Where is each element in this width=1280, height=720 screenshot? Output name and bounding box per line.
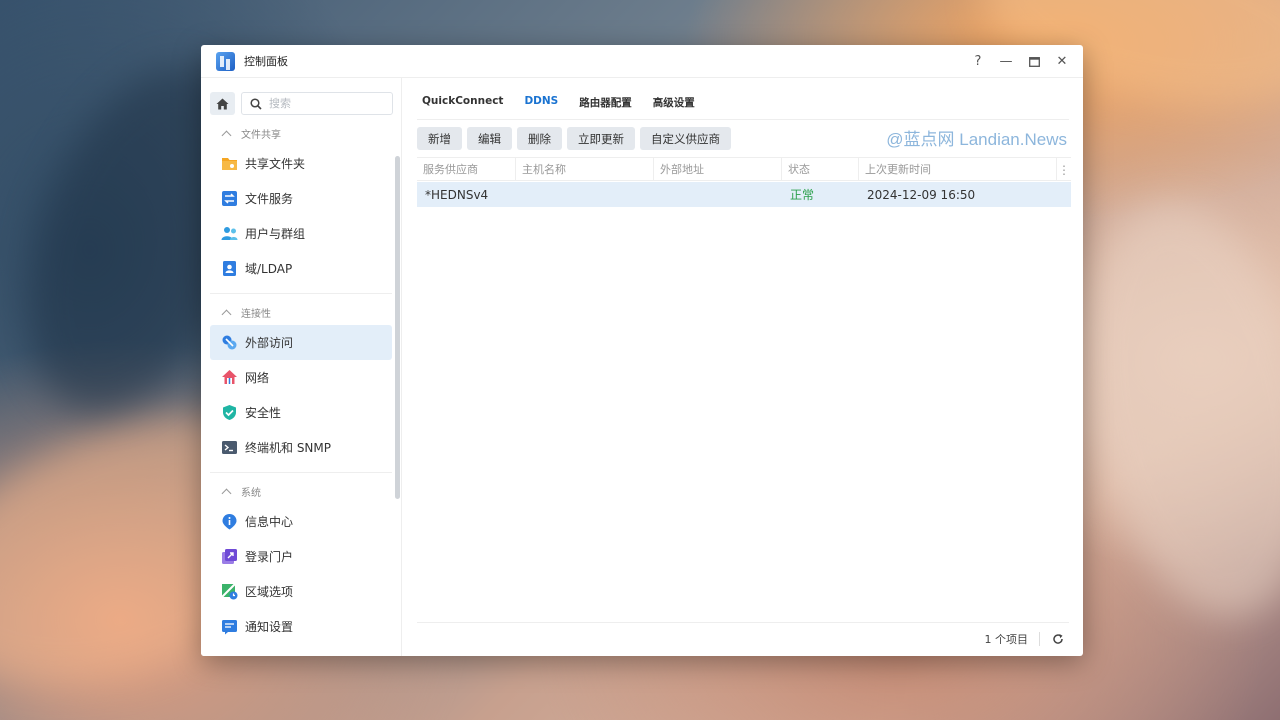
refresh-icon <box>1053 633 1063 644</box>
footer-separator <box>1039 631 1040 646</box>
sidebar-item-label: 域/LDAP <box>245 262 293 276</box>
item-count: 1 个项目 <box>984 632 1029 646</box>
sidebar-item-label: 终端机和 SNMP <box>245 441 331 455</box>
maximize-icon <box>1028 56 1040 67</box>
security-shield-icon <box>223 405 236 420</box>
table-header: 服务供应商 主机名称 外部地址 状态 上次更新时间 ⋮ <box>417 157 1071 181</box>
sidebar-divider <box>210 293 392 294</box>
table-row[interactable]: *HEDNSv4 正常 2024-12-09 16:50 <box>417 182 1071 207</box>
toolbar: 新增 编辑 删除 立即更新 自定义供应商 <box>417 127 731 150</box>
home-button[interactable] <box>210 92 235 115</box>
edit-button[interactable]: 编辑 <box>467 127 512 150</box>
tab-bar: QuickConnect DDNS 路由器配置 高级设置 <box>422 95 716 111</box>
shared-folder-icon <box>222 158 237 170</box>
user-group-icon <box>221 227 238 240</box>
sidebar-item-login-portal[interactable]: 登录门户 <box>210 539 392 574</box>
sidebar-divider <box>210 472 392 473</box>
sidebar-item-label: 文件服务 <box>245 192 294 206</box>
sidebar-item-label: 通知设置 <box>245 620 294 634</box>
column-header-last-update[interactable]: 上次更新时间 <box>859 158 1057 180</box>
sidebar-item-terminal-snmp[interactable]: 终端机和 SNMP <box>210 430 392 465</box>
cell-external-address <box>654 182 782 207</box>
section-label: 文件共享 <box>241 129 281 141</box>
chevron-up-icon <box>221 488 232 498</box>
refresh-button[interactable] <box>1051 632 1065 646</box>
column-header-external-address[interactable]: 外部地址 <box>654 158 782 180</box>
control-panel-app-icon <box>216 51 235 71</box>
file-services-icon <box>222 191 237 206</box>
external-access-icon <box>222 335 237 350</box>
tab-ddns[interactable]: DDNS <box>524 95 558 111</box>
window-controls: ? — ✕ <box>971 45 1069 78</box>
sidebar: 文件共享 共享文件夹 文件服务 用户与群组 域/LDAP 连接性 外部访问 <box>201 78 402 656</box>
sidebar-item-label: 登录门户 <box>245 550 294 564</box>
cell-hostname <box>516 182 654 207</box>
cell-status: 正常 <box>790 188 815 202</box>
help-button[interactable]: ? <box>971 54 985 69</box>
cell-last-update: 2024-12-09 16:50 <box>867 187 976 202</box>
sidebar-item-label: 信息中心 <box>245 515 294 529</box>
delete-button[interactable]: 删除 <box>517 127 562 150</box>
sidebar-item-notification[interactable]: 通知设置 <box>210 609 392 644</box>
column-header-hostname[interactable]: 主机名称 <box>516 158 654 180</box>
watermark: @蓝点网 Landian.News <box>886 130 1067 149</box>
home-icon <box>216 98 229 109</box>
sidebar-item-label: 网络 <box>245 371 270 385</box>
sidebar-item-external-access[interactable]: 外部访问 <box>210 325 392 360</box>
terminal-icon <box>222 441 237 454</box>
sidebar-item-label: 用户与群组 <box>245 227 306 241</box>
sidebar-item-info-center[interactable]: 信息中心 <box>210 504 392 539</box>
search-icon <box>250 97 262 110</box>
sidebar-item-domain-ldap[interactable]: 域/LDAP <box>210 251 392 286</box>
regional-options-icon <box>221 583 238 600</box>
sidebar-scrollbar[interactable] <box>395 156 400 499</box>
main-panel: QuickConnect DDNS 路由器配置 高级设置 新增 编辑 删除 立即… <box>403 78 1083 656</box>
maximize-button[interactable] <box>1027 55 1041 69</box>
section-file-sharing[interactable]: 文件共享 <box>221 124 281 142</box>
cell-provider: *HEDNSv4 <box>425 187 489 202</box>
sidebar-item-regional-options[interactable]: 区域选项 <box>210 574 392 609</box>
info-center-icon <box>222 514 237 530</box>
window-title: 控制面板 <box>244 55 288 68</box>
close-button[interactable]: ✕ <box>1055 54 1069 69</box>
sidebar-item-label: 共享文件夹 <box>245 157 306 171</box>
ddns-table: 服务供应商 主机名称 外部地址 状态 上次更新时间 ⋮ *HEDNSv4 正常 … <box>417 157 1071 207</box>
section-system[interactable]: 系统 <box>221 482 261 500</box>
section-connectivity[interactable]: 连接性 <box>221 303 271 321</box>
sidebar-item-network[interactable]: 网络 <box>210 360 392 395</box>
column-header-provider[interactable]: 服务供应商 <box>417 158 516 180</box>
control-panel-window: 控制面板 ? — ✕ 文件共享 共享文件夹 <box>201 45 1083 656</box>
notification-icon <box>222 620 237 635</box>
login-portal-icon <box>222 549 237 564</box>
tab-advanced-settings[interactable]: 高级设置 <box>653 95 695 111</box>
tab-quickconnect[interactable]: QuickConnect <box>422 95 503 111</box>
search-input[interactable] <box>269 97 379 110</box>
domain-ldap-icon <box>223 261 236 276</box>
section-label: 连接性 <box>241 308 271 320</box>
footer-divider <box>417 622 1069 623</box>
title-bar: 控制面板 ? — ✕ <box>201 45 1083 78</box>
network-icon <box>222 370 237 384</box>
tabs-divider <box>417 119 1069 120</box>
sidebar-item-label: 安全性 <box>245 406 282 420</box>
table-footer: 1 个项目 <box>985 628 1066 649</box>
sidebar-item-label: 区域选项 <box>245 585 294 599</box>
add-button[interactable]: 新增 <box>417 127 462 150</box>
minimize-button[interactable]: — <box>999 54 1013 69</box>
column-menu-icon[interactable]: ⋮ <box>1057 158 1071 182</box>
sidebar-item-shared-folder[interactable]: 共享文件夹 <box>210 146 392 181</box>
column-header-status[interactable]: 状态 <box>782 158 859 180</box>
custom-provider-button[interactable]: 自定义供应商 <box>640 127 731 150</box>
sidebar-item-file-services[interactable]: 文件服务 <box>210 181 392 216</box>
sidebar-item-user-group[interactable]: 用户与群组 <box>210 216 392 251</box>
search-box[interactable] <box>241 92 393 115</box>
update-now-button[interactable]: 立即更新 <box>567 127 635 150</box>
tab-router-config[interactable]: 路由器配置 <box>579 95 632 111</box>
chevron-up-icon <box>221 130 232 140</box>
sidebar-item-security[interactable]: 安全性 <box>210 395 392 430</box>
section-label: 系统 <box>241 487 261 499</box>
sidebar-item-label: 外部访问 <box>245 336 294 350</box>
chevron-up-icon <box>221 309 232 319</box>
